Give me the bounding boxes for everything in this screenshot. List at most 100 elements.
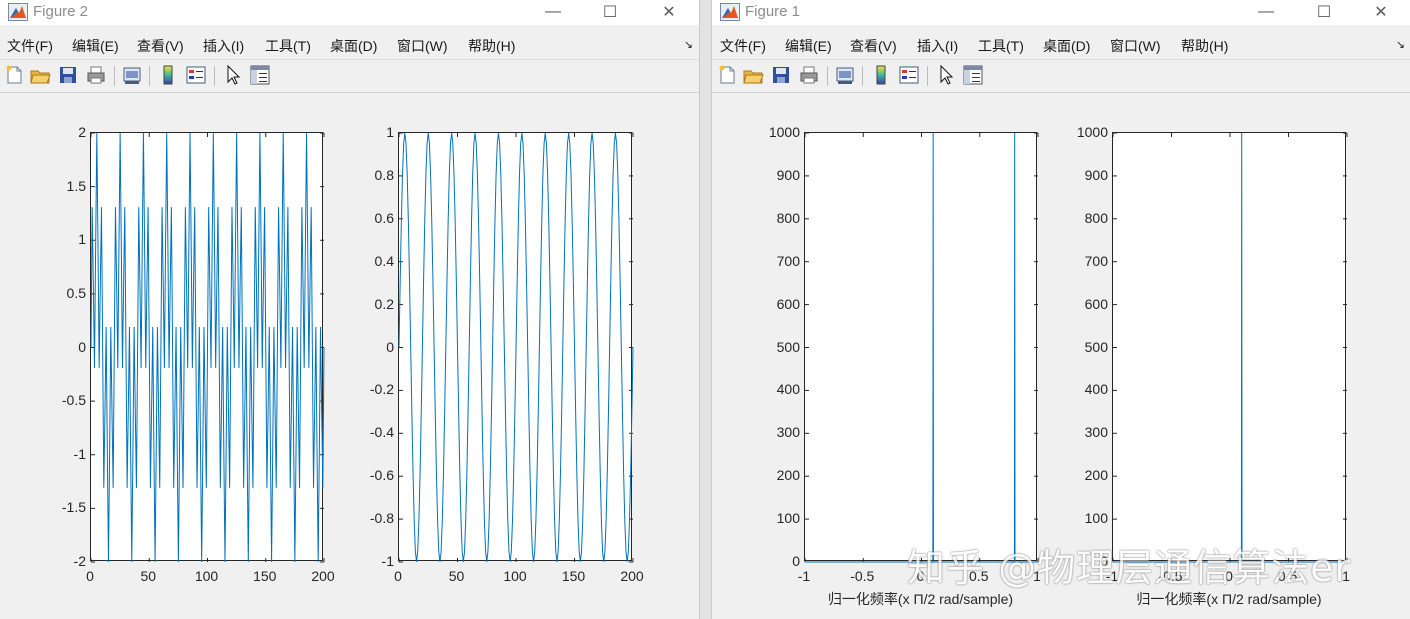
- menu-help[interactable]: 帮助(H): [468, 36, 515, 56]
- close-button[interactable]: ✕: [646, 1, 692, 23]
- y-tick-label: 700: [776, 252, 800, 269]
- y-tick-label: 700: [1084, 252, 1108, 269]
- colorbar-icon[interactable]: [157, 64, 179, 86]
- menu-tools[interactable]: 工具(T): [265, 36, 311, 56]
- y-tick-label: -0.8: [369, 510, 394, 527]
- x-tick-label: 0: [86, 568, 94, 584]
- property-editor-icon[interactable]: [249, 64, 271, 86]
- y-tick-label: 0: [792, 553, 800, 569]
- link-plot-icon[interactable]: [121, 64, 143, 86]
- y-tick-label: 500: [776, 338, 800, 355]
- save-icon[interactable]: [770, 64, 792, 86]
- window-title: Figure 1: [745, 3, 801, 20]
- minimize-button[interactable]: —: [1243, 1, 1289, 23]
- y-tick-label: 800: [776, 209, 800, 226]
- maximize-button[interactable]: ☐: [587, 1, 633, 23]
- menu-help[interactable]: 帮助(H): [1181, 36, 1228, 56]
- fig1-spectrum-axes-2[interactable]: [1112, 132, 1348, 563]
- y-tick-label: -1: [381, 553, 394, 569]
- new-figure-icon[interactable]: [3, 64, 25, 86]
- dock-arrow-icon[interactable]: ↘: [1396, 38, 1405, 51]
- y-tick-label: 300: [776, 424, 800, 441]
- window-gap: [700, 0, 711, 619]
- open-icon[interactable]: [742, 64, 764, 86]
- property-editor-icon[interactable]: [962, 64, 984, 86]
- menu-window[interactable]: 窗口(W): [397, 36, 448, 56]
- figure2-titlebar[interactable]: Figure 2 — ☐ ✕: [0, 0, 699, 25]
- x-tick-label: 150: [253, 568, 277, 584]
- y-tick-label: 0: [78, 338, 86, 355]
- menu-desktop[interactable]: 桌面(D): [1043, 36, 1090, 56]
- y-tick-label: 200: [1084, 467, 1108, 484]
- y-tick-label: 1000: [768, 124, 800, 140]
- menu-desktop[interactable]: 桌面(D): [330, 36, 377, 56]
- series-line: [90, 132, 325, 563]
- x-tick-label: 50: [140, 568, 157, 584]
- dock-arrow-icon[interactable]: ↘: [684, 38, 693, 51]
- y-tick-label: 100: [776, 510, 800, 527]
- save-icon[interactable]: [57, 64, 79, 86]
- y-tick-label: 100: [1084, 510, 1108, 527]
- x-tick-label: 100: [503, 568, 527, 584]
- menu-insert[interactable]: 插入(I): [203, 36, 244, 56]
- menu-file[interactable]: 文件(F): [720, 36, 766, 56]
- minimize-icon: —: [1258, 3, 1274, 20]
- y-tick-label: 800: [1084, 209, 1108, 226]
- y-tick-label: 200: [776, 467, 800, 484]
- toolbar-separator: [149, 66, 150, 86]
- pointer-icon[interactable]: [935, 64, 957, 86]
- figure1-toolbar: [712, 59, 1410, 93]
- toolbar-separator: [862, 66, 863, 86]
- menu-edit[interactable]: 编辑(E): [72, 36, 119, 56]
- y-tick-label: 0.6: [374, 209, 394, 226]
- y-tick-label: 0.2: [374, 295, 394, 312]
- menu-tools[interactable]: 工具(T): [978, 36, 1024, 56]
- close-icon: ✕: [662, 4, 676, 21]
- y-tick-label: 1: [386, 124, 394, 140]
- figure2-window: Figure 2 — ☐ ✕ 文件(F) 编辑(E) 查看(V) 插入(I) 工…: [0, 0, 700, 619]
- y-tick-label: 900: [776, 166, 800, 183]
- y-tick-label: -0.4: [369, 424, 394, 441]
- new-figure-icon[interactable]: [716, 64, 738, 86]
- colorbar-icon[interactable]: [870, 64, 892, 86]
- y-tick-label: -1.5: [61, 499, 86, 516]
- menu-edit[interactable]: 编辑(E): [785, 36, 832, 56]
- close-button[interactable]: ✕: [1358, 1, 1404, 23]
- pointer-icon[interactable]: [222, 64, 244, 86]
- plot-area: [804, 132, 1039, 563]
- figure1-titlebar[interactable]: Figure 1 — ☐ ✕: [712, 0, 1410, 25]
- y-tick-label: 1.5: [66, 177, 86, 194]
- link-plot-icon[interactable]: [834, 64, 856, 86]
- toolbar-separator: [214, 66, 215, 86]
- x-tick-label: -0.5: [850, 568, 875, 584]
- series-line: [1113, 132, 1347, 563]
- menu-view[interactable]: 查看(V): [850, 36, 897, 56]
- maximize-button[interactable]: ☐: [1301, 1, 1347, 23]
- figure1-window: Figure 1 — ☐ ✕ 文件(F) 编辑(E) 查看(V) 插入(I) 工…: [711, 0, 1410, 619]
- x-tick-label: 150: [561, 568, 586, 584]
- menu-file[interactable]: 文件(F): [7, 36, 53, 56]
- menu-insert[interactable]: 插入(I): [917, 36, 958, 56]
- y-tick-label: 1: [78, 231, 86, 248]
- fig1-spectrum-axes-1[interactable]: [804, 132, 1039, 563]
- menu-window[interactable]: 窗口(W): [1110, 36, 1161, 56]
- fig2-sine-axes[interactable]: [398, 132, 634, 563]
- maximize-icon: ☐: [1316, 4, 1332, 21]
- y-tick-label: 2: [78, 124, 86, 140]
- y-tick-label: -1: [73, 445, 86, 462]
- print-icon[interactable]: [798, 64, 820, 86]
- print-icon[interactable]: [85, 64, 107, 86]
- figure2-menubar: 文件(F) 编辑(E) 查看(V) 插入(I) 工具(T) 桌面(D) 窗口(W…: [0, 32, 699, 56]
- legend-icon[interactable]: [185, 64, 207, 86]
- menu-view[interactable]: 查看(V): [137, 36, 184, 56]
- y-tick-label: 600: [1084, 295, 1108, 312]
- x-tick-label: 200: [620, 568, 644, 584]
- legend-icon[interactable]: [898, 64, 920, 86]
- x-axis-label: 归一化频率(x Π/2 rad/sample): [827, 591, 1014, 607]
- y-tick-label: 300: [1084, 424, 1108, 441]
- open-icon[interactable]: [29, 64, 51, 86]
- y-tick-label: 400: [1084, 381, 1108, 398]
- x-tick-label: 200: [311, 568, 335, 584]
- minimize-button[interactable]: —: [530, 1, 576, 23]
- fig2-signal-axes[interactable]: [90, 132, 325, 563]
